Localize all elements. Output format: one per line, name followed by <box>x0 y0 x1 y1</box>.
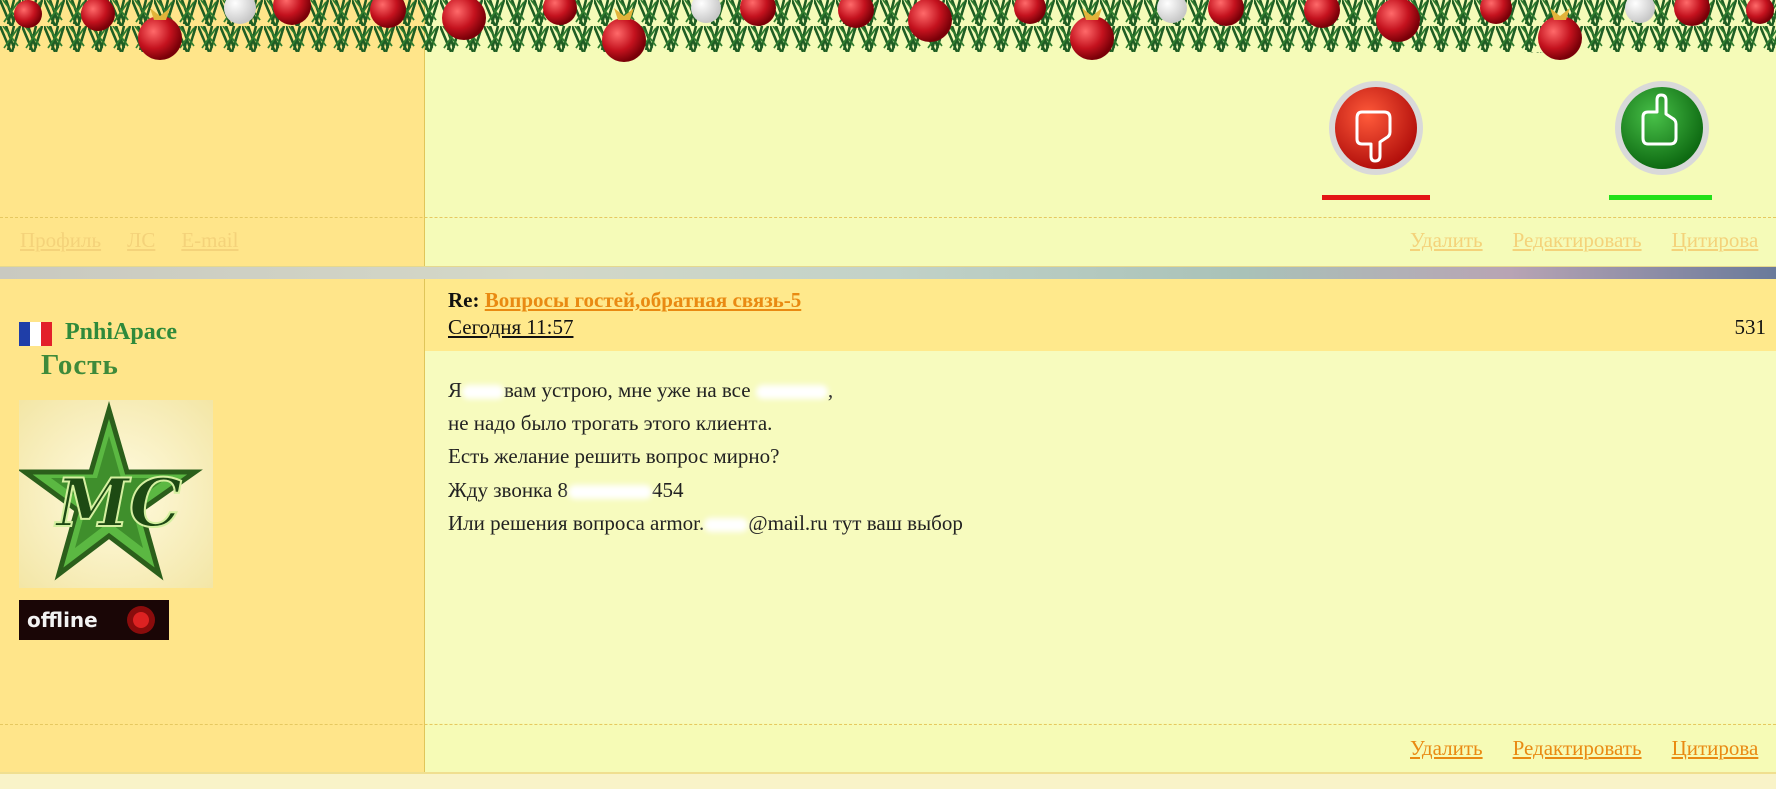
redaction <box>568 485 653 500</box>
message-line-5: Или решения вопроса armor. @mail.ru тут в… <box>448 511 963 536</box>
status-text: offline <box>27 608 98 632</box>
post-body <box>425 351 1776 723</box>
re-prefix: Re: <box>448 288 480 312</box>
text: Жду звонка 8 <box>448 478 569 502</box>
post-separator <box>0 266 1776 280</box>
profile-link[interactable]: Профиль <box>20 228 101 252</box>
pm-link[interactable]: ЛС <box>127 228 155 252</box>
post-actions: Удалить Редактировать Цитирова <box>1410 736 1758 761</box>
offline-badge: offline <box>19 600 169 640</box>
thumbs-down-icon[interactable] <box>1328 80 1424 176</box>
text: Я <box>448 378 463 402</box>
delete-link[interactable]: Удалить <box>1410 228 1483 252</box>
post-number: 531 <box>1734 315 1767 339</box>
text: @mail.ru тут ваш выбор <box>748 511 963 535</box>
france-flag-icon <box>19 322 52 346</box>
christmas-garland <box>0 0 1776 62</box>
avatar-text: MC <box>54 464 182 542</box>
text: Или решения вопроса armor. <box>448 511 705 535</box>
edit-link[interactable]: Редактировать <box>1513 228 1642 252</box>
message-line-3: Есть желание решить вопрос мирно? <box>448 444 780 468</box>
email-link[interactable]: E-mail <box>181 228 238 252</box>
quote-link[interactable]: Цитирова <box>1672 228 1759 252</box>
text: , <box>827 378 834 402</box>
edit-link[interactable]: Редактировать <box>1513 736 1642 760</box>
thumbs-up-icon[interactable] <box>1614 80 1710 176</box>
redaction <box>704 518 749 533</box>
message-line-2: не надо было трогать этого клиента. <box>448 411 773 435</box>
divider <box>0 217 1776 218</box>
text: вам устрою, мне уже на все <box>504 378 751 402</box>
delete-link[interactable]: Удалить <box>1410 736 1483 760</box>
author-rank: Гость <box>41 349 119 381</box>
divider <box>0 724 1776 725</box>
like-bar <box>1609 195 1712 200</box>
redaction <box>462 385 505 400</box>
redaction <box>755 385 828 400</box>
prev-profile-links: Профиль ЛС E-mail <box>20 228 238 253</box>
author-name[interactable]: PnhiApace <box>65 319 177 346</box>
text: 454 <box>652 478 684 502</box>
post-date[interactable]: Сегодня 11:57 <box>448 315 573 340</box>
prev-post-actions: Удалить Редактировать Цитирова <box>1410 228 1758 253</box>
dislike-bar <box>1322 195 1430 200</box>
avatar: MC <box>19 400 213 588</box>
message-line-4: Жду звонка 8 454 <box>448 478 684 503</box>
page-footer-strip <box>0 772 1776 789</box>
message-line-1: Явам устрою, мне уже на все , <box>448 378 833 403</box>
quote-link[interactable]: Цитирова <box>1672 736 1759 760</box>
post-title: Re: Вопросы гостей,обратная связь-5 <box>448 288 801 313</box>
topic-link[interactable]: Вопросы гостей,обратная связь-5 <box>485 288 802 312</box>
